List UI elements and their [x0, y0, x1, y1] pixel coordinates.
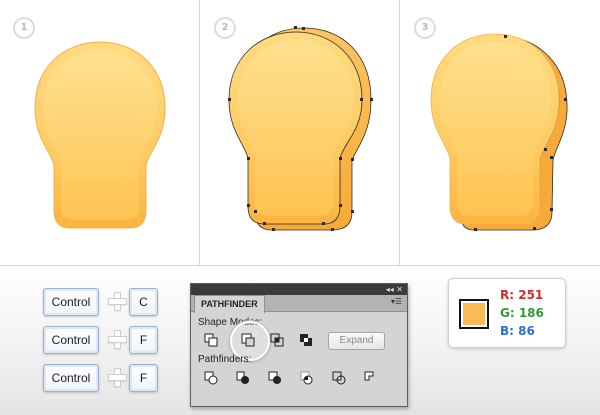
- merge-icon[interactable]: [268, 371, 282, 385]
- pathfinder-panel: ◂◂ ✕ PATHFINDER ▾☰ Shape Modes: Expand P…: [190, 283, 408, 407]
- control-key: Control: [43, 326, 99, 354]
- expand-button[interactable]: Expand: [328, 332, 385, 350]
- red-value: R: 251: [500, 288, 544, 302]
- color-info-box: R: 251 G: 186 B: 86: [448, 278, 566, 348]
- outline-icon[interactable]: [332, 371, 346, 385]
- pathfinders-label: Pathfinders:: [198, 354, 252, 365]
- tab-pathfinder[interactable]: PATHFINDER: [194, 295, 265, 313]
- trim-icon[interactable]: [236, 371, 250, 385]
- divide-icon[interactable]: [204, 371, 218, 385]
- minus-back-icon[interactable]: [364, 371, 378, 385]
- f-key: F: [129, 364, 158, 392]
- panel-menu-icon[interactable]: ▾☰: [391, 297, 402, 306]
- color-swatch: [459, 299, 489, 329]
- plus-icon: [108, 292, 127, 311]
- control-key: Control: [43, 364, 99, 392]
- control-key: Control: [43, 288, 99, 316]
- c-key: C: [129, 288, 158, 316]
- unite-icon[interactable]: [204, 333, 218, 347]
- green-value: G: 186: [500, 306, 544, 320]
- panel-window-controls[interactable]: ◂◂ ✕: [386, 284, 403, 295]
- steps-area: 1 2 3: [0, 0, 600, 266]
- f-key: F: [129, 326, 158, 354]
- crop-icon[interactable]: [300, 371, 314, 385]
- bulb-shape-step2: [228, 26, 373, 231]
- minus-front-icon[interactable]: [241, 333, 255, 347]
- bulb-shape-step1: [34, 41, 166, 229]
- bulb-shape-step3: [430, 33, 568, 231]
- plus-icon: [108, 368, 127, 387]
- blue-value: B: 86: [500, 324, 535, 338]
- panel-title-bar[interactable]: ◂◂ ✕: [191, 284, 407, 295]
- exclude-icon[interactable]: [299, 333, 313, 347]
- bulb-illustrations: [34, 26, 568, 231]
- plus-icon: [108, 330, 127, 349]
- intersect-icon[interactable]: [270, 333, 284, 347]
